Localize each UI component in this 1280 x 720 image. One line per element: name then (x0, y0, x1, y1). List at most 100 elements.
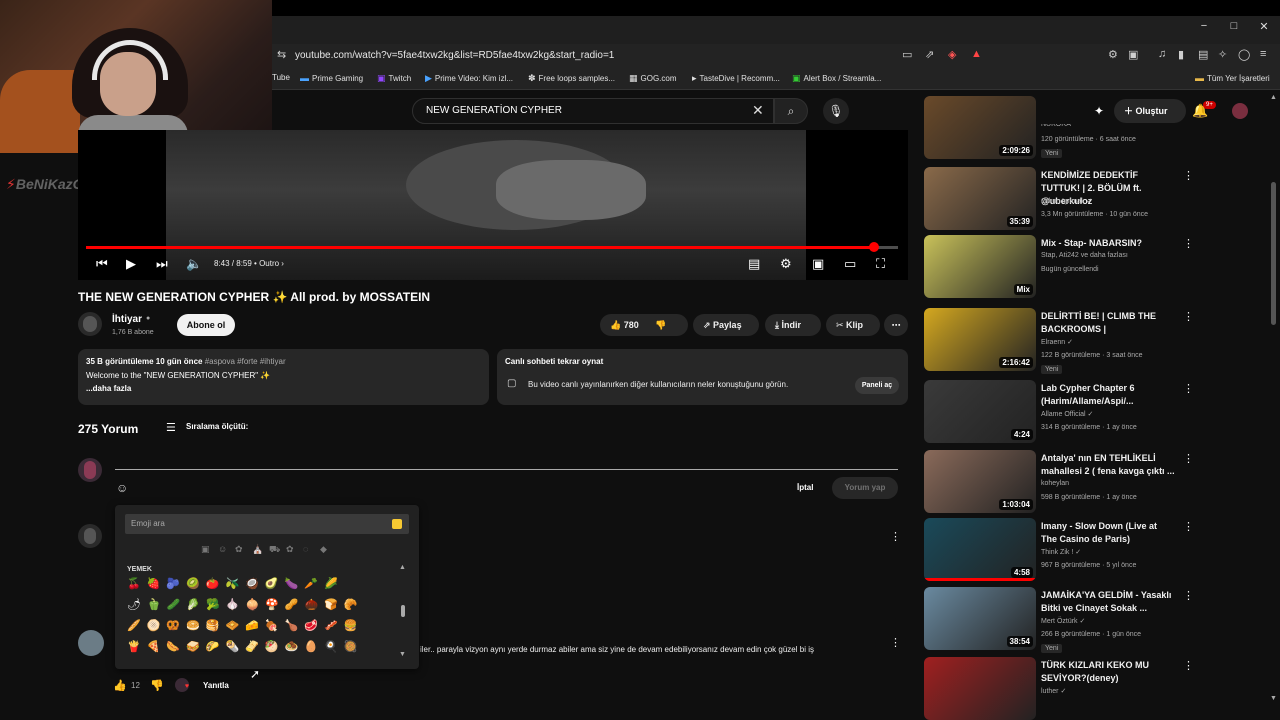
fullscreen-icon[interactable]: ⛶ (876, 256, 885, 272)
scroll-down-icon[interactable]: ▼ (399, 651, 406, 658)
emoji-row[interactable]: 🍒🍓🫐🥝🍅🫒🥥🥑🍆🥕🌽 (127, 577, 344, 590)
bookmark-item[interactable]: ▦ GOG.com (629, 73, 677, 84)
extension-icon[interactable]: ✦ (1094, 104, 1104, 118)
video-menu-icon[interactable]: ⋮ (1183, 589, 1194, 602)
play-icon[interactable]: ▶ (126, 256, 136, 272)
video-channel[interactable]: Think Zik ! ✓ (1041, 548, 1081, 556)
ai-icon[interactable]: ✧ (1218, 48, 1227, 61)
video-title[interactable]: Mix - Stap- NABARSIN? (1041, 237, 1175, 250)
emoji-search-input[interactable] (125, 514, 409, 534)
video-title[interactable]: Imany - Slow Down (Live at The Casino de… (1041, 520, 1175, 546)
bookmark-item[interactable]: ▬ Prime Gaming (300, 73, 363, 83)
channel-avatar[interactable] (78, 312, 102, 336)
video-title[interactable]: Lab Cypher Chapter 6 (Harim/Allame/Aspi/… (1041, 382, 1175, 408)
emoji-row[interactable]: 🥖🫓🥨🥯🥞🧇🧀🍖🍗🥩🥓🍔 (127, 619, 363, 632)
video-menu-icon[interactable]: ⋮ (1183, 237, 1194, 250)
comment-avatar[interactable] (78, 524, 102, 548)
video-thumbnail[interactable]: 2:16:42 (924, 308, 1036, 371)
miniplayer-icon[interactable]: ▣ (812, 256, 824, 272)
channel-name[interactable]: İhtiyar (112, 314, 142, 325)
show-more-link[interactable]: ...daha fazla (86, 384, 131, 393)
more-actions-button[interactable]: ⋯ (884, 314, 908, 336)
menu-icon[interactable]: ≡ (1260, 48, 1266, 60)
download-button[interactable]: ⤓ İndir (765, 314, 821, 336)
minimize-button[interactable]: − (1194, 20, 1214, 32)
share-page-icon[interactable]: ⇗ (925, 48, 934, 61)
subscribe-button[interactable]: Abone ol (177, 314, 235, 336)
video-channel[interactable]: Mert Öztürk ✓ (1041, 617, 1085, 625)
emoji-category-symbols-icon[interactable]: ◆ (320, 544, 327, 555)
account-avatar[interactable] (1232, 103, 1248, 119)
previous-icon[interactable]: ⏮ (96, 256, 108, 272)
skin-tone-button[interactable] (392, 519, 402, 529)
emoji-category-activities-icon[interactable]: ✿ (286, 544, 294, 555)
video-thumbnail[interactable]: 1:03:04 (924, 450, 1036, 513)
page-scrollbar[interactable] (1271, 182, 1276, 325)
maximize-button[interactable]: □ (1224, 20, 1244, 32)
post-comment-button[interactable]: Yorum yap (832, 477, 898, 499)
video-menu-icon[interactable]: ⋮ (1183, 520, 1194, 533)
emoji-scrollbar[interactable] (401, 605, 405, 617)
close-window-button[interactable]: ✕ (1254, 20, 1274, 33)
comment-menu-icon[interactable]: ⋮ (890, 530, 901, 543)
emoji-category-nature-icon[interactable]: ✿ (235, 544, 243, 555)
bookmark-item[interactable]: ▣ Twitch (377, 73, 411, 84)
video-channel[interactable]: Elraenn ✓ (1041, 338, 1073, 346)
emoji-category-smileys-icon[interactable]: ☺ (218, 544, 227, 554)
emoji-row[interactable]: 🌶🫑🥒🥬🥦🧄🧅🍄🥜🌰🍞🥐 (127, 598, 364, 611)
video-channel[interactable]: Stap, Ati242 ve daha fazlası (1041, 252, 1128, 259)
scroll-down-icon[interactable]: ▼ (1270, 695, 1277, 702)
theater-mode-icon[interactable]: ▭ (844, 256, 856, 272)
emoji-row[interactable]: 🍟🍕🌭🥪🌮🌯🫔🥙🧆🥚🍳🥘 (127, 640, 363, 653)
scroll-up-icon[interactable]: ▲ (1270, 94, 1277, 101)
search-input[interactable]: NEW GENERATİON CYPHER (426, 105, 562, 116)
bookmark-item[interactable]: ✽ Free loops samples... (528, 73, 615, 84)
rewards-icon[interactable]: ▲ (971, 48, 982, 60)
subtitles-icon[interactable]: ▤ (748, 256, 760, 272)
video-thumbnail[interactable]: 4:58 (924, 518, 1036, 581)
clip-button[interactable]: ✂ Klip (826, 314, 880, 336)
video-menu-icon[interactable]: ⋮ (1183, 310, 1194, 323)
video-menu-icon[interactable]: ⋮ (1183, 169, 1194, 182)
chapter-label[interactable]: Outro (259, 259, 279, 268)
emoji-category-places-icon[interactable]: ⛪ (252, 544, 263, 555)
voice-search-button[interactable]: 🎙 (823, 98, 849, 124)
video-menu-icon[interactable]: ⋮ (1183, 452, 1194, 465)
comment-input[interactable] (115, 469, 898, 470)
settings-icon[interactable]: ⚙ (780, 256, 792, 272)
create-button[interactable]: ＋ Oluştur (1114, 99, 1186, 123)
video-channel[interactable]: Orkun Işıtmak ✓ (1041, 197, 1092, 205)
media-icon[interactable]: ♫ (1158, 48, 1166, 60)
video-thumbnail[interactable]: 4:24 (924, 380, 1036, 443)
progress-scrubber[interactable] (869, 242, 879, 252)
comment-menu-icon[interactable]: ⋮ (890, 636, 901, 649)
video-menu-icon[interactable]: ⋮ (1183, 382, 1194, 395)
sort-button[interactable]: Sıralama ölçütü: (186, 422, 248, 431)
comment-like-icon[interactable]: 👍 (113, 679, 127, 692)
brave-shield-icon[interactable]: ◈ (948, 48, 956, 61)
dislike-button[interactable]: 👎 (655, 314, 666, 336)
hashtags[interactable]: #aspova #forte #ihtiyar (205, 357, 286, 366)
wallet-icon[interactable]: ▤ (1198, 48, 1208, 61)
sidebar-icon[interactable]: ▮ (1178, 48, 1184, 61)
emoji-icon[interactable]: ☺ (116, 481, 128, 495)
cancel-button[interactable]: İptal (797, 483, 813, 492)
video-thumbnail[interactable]: 38:54 (924, 587, 1036, 650)
video-thumbnail[interactable] (924, 657, 1036, 720)
video-title[interactable]: Antalya' nın EN TEHLİKELİ mahallesi 2 ( … (1041, 452, 1175, 478)
video-title[interactable]: DELİRTTİ BE! | CLIMB THE BACKROOMS | (1041, 310, 1175, 336)
video-channel[interactable]: Allame Official ✓ (1041, 410, 1093, 418)
volume-icon[interactable]: 🔈 (186, 256, 202, 272)
share-button[interactable]: ⇗ Paylaş (693, 314, 759, 336)
video-channel[interactable]: NUKORA (1041, 124, 1071, 132)
video-title[interactable]: JAMAİKA'YA GELDİM - Yasaklı Bitki ve Cin… (1041, 589, 1175, 615)
url-text[interactable]: youtube.com/watch?v=5fae4txw2kg&list=RD5… (295, 50, 614, 61)
bookmark-item[interactable]: ▶ Prime Video: Kim izl... (425, 73, 513, 84)
emoji-category-travel-icon[interactable]: ⛟ (269, 544, 280, 556)
comment-avatar[interactable] (78, 630, 104, 656)
emoji-category-objects-icon[interactable]: ◌ (303, 544, 308, 554)
next-icon[interactable]: ⏭ (156, 256, 168, 272)
search-button[interactable]: ⌕ (774, 98, 808, 124)
video-title[interactable]: TÜRK KIZLARI KEKO MU SEVİYOR?(deney) (1041, 659, 1175, 685)
video-menu-icon[interactable]: ⋮ (1183, 659, 1194, 672)
